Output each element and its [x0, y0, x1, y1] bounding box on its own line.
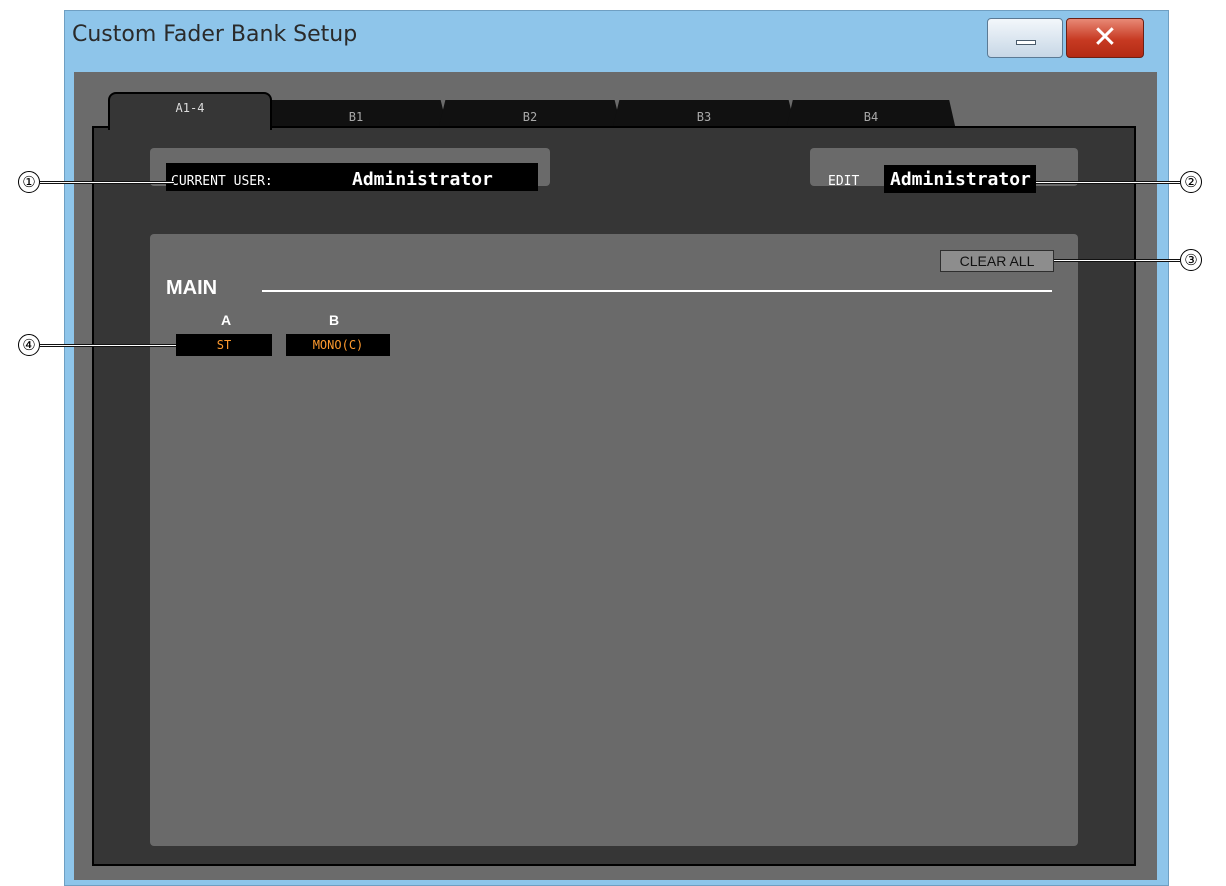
clear-all-button[interactable]: CLEAR ALL [940, 250, 1054, 272]
callout-leader-3 [1054, 259, 1180, 262]
tab-a1-4[interactable]: A1-4 [108, 92, 272, 130]
tab-label: B1 [348, 110, 364, 124]
minimize-icon [1016, 40, 1036, 45]
tab-label: A1-4 [175, 101, 205, 115]
minimize-button[interactable] [987, 18, 1063, 58]
edit-label: EDIT [828, 174, 860, 189]
close-button[interactable]: ✕ [1066, 18, 1144, 58]
section-title: MAIN [166, 277, 218, 299]
active-tab-joint [110, 126, 270, 130]
column-header-a: A [220, 312, 232, 328]
callout-4: ④ [18, 334, 40, 356]
callout-2: ② [1180, 171, 1202, 193]
callout-leader-1 [40, 181, 174, 184]
callout-leader-4 [40, 344, 176, 347]
tab-label: B4 [863, 110, 879, 124]
tab-label: B2 [522, 110, 538, 124]
window-title: Custom Fader Bank Setup [72, 22, 358, 47]
current-user-label: CURRENT USER: [171, 174, 273, 189]
callout-1: ① [18, 171, 40, 193]
edit-user-value: Administrator [890, 169, 1031, 190]
current-user-value: Administrator [352, 169, 493, 190]
callout-3: ③ [1180, 249, 1202, 271]
column-header-b: B [328, 312, 340, 328]
tab-label: B3 [696, 110, 712, 124]
channel-button-a[interactable]: ST [176, 334, 272, 356]
section-divider [262, 290, 1052, 292]
close-icon: ✕ [1092, 20, 1118, 55]
callout-leader-2 [1036, 181, 1180, 184]
channel-button-b[interactable]: MONO(C) [286, 334, 390, 356]
